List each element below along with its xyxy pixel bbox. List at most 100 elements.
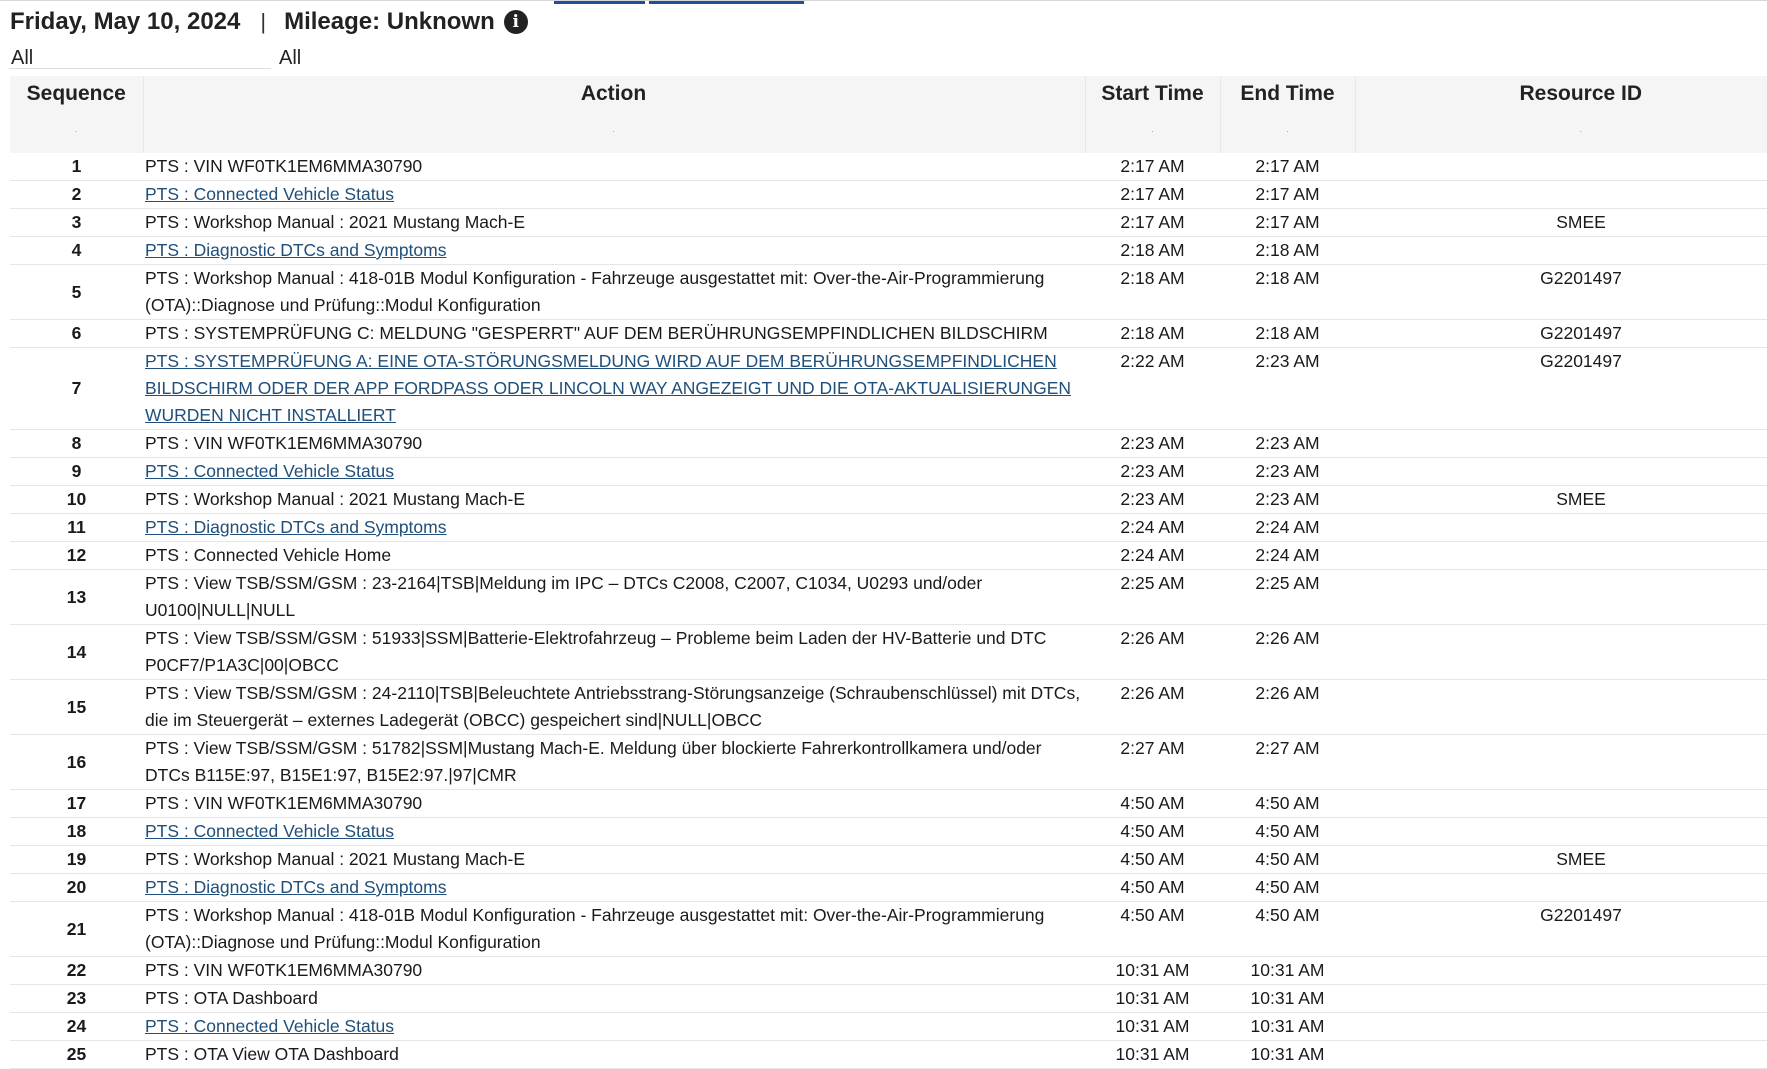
- table-row: 7 PTS : SYSTEMPRÜFUNG A: EINE OTA-STÖRUNG…: [10, 347, 1767, 430]
- action-link[interactable]: PTS : Connected Vehicle Status: [145, 1016, 394, 1036]
- filter-dropdown-2[interactable]: All: [277, 47, 317, 69]
- end-time-cell: 2:24 AM: [1220, 541, 1355, 570]
- column-header-resource-id[interactable]: Resource ID.: [1354, 76, 1767, 153]
- start-time-cell: 2:24 AM: [1085, 513, 1220, 542]
- action-link[interactable]: PTS : Diagnostic DTCs and Symptoms: [145, 877, 446, 897]
- action-link[interactable]: PTS : Connected Vehicle Status: [145, 821, 394, 841]
- table-row: 5 PTS : Workshop Manual : 418-01B Modul K…: [10, 264, 1767, 320]
- resource-id-cell: [1355, 457, 1767, 486]
- top-tab-strip: [0, 0, 1767, 4]
- start-time-cell: 2:18 AM: [1085, 264, 1220, 320]
- sequence-cell: 21: [10, 901, 143, 957]
- sequence-cell: 12: [10, 541, 143, 570]
- action-cell: PTS : Connected Vehicle Status: [143, 817, 1085, 846]
- action-text: PTS : View TSB/SSM/GSM : 51782|SSM|Musta…: [145, 738, 1042, 785]
- resource-id-cell: SMEE: [1355, 208, 1767, 237]
- start-time-cell: 2:26 AM: [1085, 624, 1220, 680]
- table-row: 10 PTS : Workshop Manual : 2021 Mustang M…: [10, 485, 1767, 514]
- action-text: PTS : VIN WF0TK1EM6MMA30790: [145, 960, 423, 980]
- start-time-cell: 10:31 AM: [1085, 984, 1220, 1013]
- action-text: PTS : OTA View OTA Dashboard: [145, 1044, 399, 1064]
- start-time-cell: 2:17 AM: [1085, 208, 1220, 237]
- resource-id-cell: [1355, 956, 1767, 985]
- action-cell: PTS : Connected Vehicle Home: [143, 541, 1085, 570]
- sequence-cell: 7: [10, 347, 143, 430]
- sequence-cell: 20: [10, 873, 143, 902]
- action-cell: PTS : SYSTEMPRÜFUNG A: EINE OTA-STÖRUNGS…: [143, 347, 1085, 430]
- start-time-cell: 2:23 AM: [1085, 429, 1220, 458]
- action-cell: PTS : VIN WF0TK1EM6MMA30790: [143, 789, 1085, 818]
- table-row: 8 PTS : VIN WF0TK1EM6MMA30790 2:23 AM 2:23 …: [10, 429, 1767, 458]
- start-time-cell: 10:31 AM: [1085, 956, 1220, 985]
- resource-id-cell: [1355, 429, 1767, 458]
- start-time-cell: 2:25 AM: [1085, 569, 1220, 625]
- start-time-cell: 2:27 AM: [1085, 734, 1220, 790]
- sequence-cell: 1: [10, 153, 143, 181]
- resource-id-cell: SMEE: [1355, 845, 1767, 874]
- action-text: PTS : VIN WF0TK1EM6MMA30790: [145, 156, 423, 176]
- column-header-action[interactable]: Action.: [142, 76, 1085, 153]
- start-time-cell: 10:31 AM: [1085, 1012, 1220, 1041]
- tab-indicator-2[interactable]: [649, 1, 804, 4]
- resource-id-cell: [1355, 1012, 1767, 1041]
- action-cell: PTS : Workshop Manual : 2021 Mustang Mac…: [143, 485, 1085, 514]
- action-cell: PTS : Workshop Manual : 418-01B Modul Ko…: [143, 264, 1085, 320]
- table-row: 16 PTS : View TSB/SSM/GSM : 51782|SSM|Mus…: [10, 734, 1767, 790]
- end-time-cell: 10:31 AM: [1220, 956, 1355, 985]
- start-time-cell: 2:22 AM: [1085, 347, 1220, 430]
- action-text: PTS : Workshop Manual : 418-01B Modul Ko…: [145, 905, 1045, 952]
- action-link[interactable]: PTS : Connected Vehicle Status: [145, 184, 394, 204]
- action-text: PTS : Connected Vehicle Home: [145, 545, 392, 565]
- action-link[interactable]: PTS : Diagnostic DTCs and Symptoms: [145, 240, 446, 260]
- end-time-cell: 2:26 AM: [1220, 679, 1355, 735]
- table-row: 22 PTS : VIN WF0TK1EM6MMA30790 10:31 AM 10:…: [10, 956, 1767, 985]
- action-text: PTS : Workshop Manual : 2021 Mustang Mac…: [145, 212, 525, 232]
- resource-id-cell: [1355, 153, 1767, 181]
- table-row: 19 PTS : Workshop Manual : 2021 Mustang M…: [10, 845, 1767, 874]
- session-header: Friday, May 10, 2024 | Mileage: Unknown …: [10, 6, 528, 38]
- action-history-table: Sequence. Action. Start Time. End Time. …: [10, 76, 1767, 1069]
- column-header-sequence[interactable]: Sequence.: [10, 76, 143, 153]
- start-time-cell: 4:50 AM: [1085, 901, 1220, 957]
- sequence-cell: 23: [10, 984, 143, 1013]
- start-time-cell: 4:50 AM: [1085, 817, 1220, 846]
- end-time-cell: 4:50 AM: [1220, 845, 1355, 874]
- resource-id-cell: G2201497: [1355, 347, 1767, 430]
- info-icon[interactable]: i: [503, 10, 528, 34]
- start-time-cell: 2:18 AM: [1085, 319, 1220, 348]
- column-header-start-time[interactable]: Start Time.: [1084, 76, 1220, 153]
- end-time-cell: 2:27 AM: [1220, 734, 1355, 790]
- action-text: PTS : View TSB/SSM/GSM : 51933|SSM|Batte…: [145, 628, 1047, 675]
- action-cell: PTS : View TSB/SSM/GSM : 23-2164|TSB|Mel…: [143, 569, 1085, 625]
- resource-id-cell: [1355, 817, 1767, 846]
- table-row: 12 PTS : Connected Vehicle Home 2:24 AM 2:2…: [10, 541, 1767, 570]
- resource-id-cell: [1355, 180, 1767, 209]
- tab-indicator-1[interactable]: [554, 1, 645, 4]
- resource-id-cell: [1355, 541, 1767, 570]
- resource-id-cell: [1355, 734, 1767, 790]
- end-time-cell: 2:18 AM: [1220, 236, 1355, 265]
- end-time-cell: 2:26 AM: [1220, 624, 1355, 680]
- resource-id-cell: [1355, 789, 1767, 818]
- sequence-cell: 19: [10, 845, 143, 874]
- action-link[interactable]: PTS : Connected Vehicle Status: [145, 461, 394, 481]
- action-text: PTS : Workshop Manual : 2021 Mustang Mac…: [145, 849, 525, 869]
- action-cell: PTS : View TSB/SSM/GSM : 24-2110|TSB|Bel…: [143, 679, 1085, 735]
- resource-id-cell: [1355, 236, 1767, 265]
- action-link[interactable]: PTS : Diagnostic DTCs and Symptoms: [145, 517, 446, 537]
- end-time-cell: 2:23 AM: [1220, 457, 1355, 486]
- end-time-cell: 2:23 AM: [1220, 429, 1355, 458]
- column-header-end-time[interactable]: End Time.: [1219, 76, 1355, 153]
- header-separator: |: [260, 9, 267, 34]
- filter-dropdown-1[interactable]: All: [9, 47, 271, 69]
- action-link[interactable]: PTS : SYSTEMPRÜFUNG A: EINE OTA-STÖRUNGS…: [145, 351, 1071, 425]
- start-time-cell: 2:26 AM: [1085, 679, 1220, 735]
- end-time-cell: 2:18 AM: [1220, 319, 1355, 348]
- start-time-cell: 2:23 AM: [1085, 485, 1220, 514]
- resource-id-cell: [1355, 624, 1767, 680]
- action-cell: PTS : View TSB/SSM/GSM : 51782|SSM|Musta…: [143, 734, 1085, 790]
- end-time-cell: 2:17 AM: [1220, 153, 1355, 181]
- action-text: PTS : VIN WF0TK1EM6MMA30790: [145, 793, 423, 813]
- end-time-cell: 4:50 AM: [1220, 873, 1355, 902]
- end-time-cell: 2:17 AM: [1220, 208, 1355, 237]
